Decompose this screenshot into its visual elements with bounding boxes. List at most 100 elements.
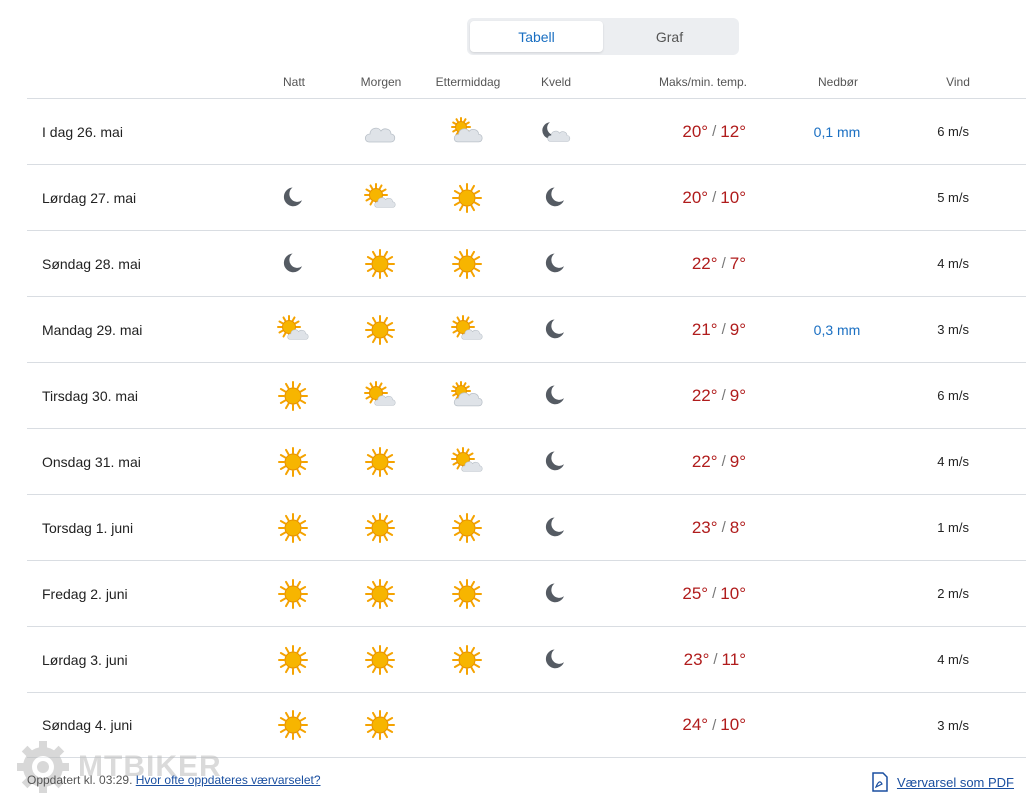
precipitation bbox=[787, 495, 887, 560]
pdf-download[interactable]: Værvarsel som PDF bbox=[871, 772, 1014, 792]
max-temp: 23° bbox=[691, 517, 718, 537]
forecast-row[interactable]: Onsdag 31. mai 22°/9° 4 m/s bbox=[27, 428, 1026, 494]
max-temp: 25° bbox=[682, 583, 709, 603]
day-label: Lørdag 27. mai bbox=[42, 189, 137, 206]
footer-updated: Oppdatert kl. 03:29. Hvor ofte oppdatere… bbox=[27, 773, 321, 787]
min-temp: 10° bbox=[720, 187, 746, 207]
header-morning: Morgen bbox=[360, 75, 402, 89]
precipitation bbox=[787, 693, 887, 757]
moon-icon bbox=[535, 561, 575, 626]
wind-speed: 4 m/s bbox=[937, 652, 969, 667]
forecast-row[interactable]: Mandag 29. mai 21°/9° 0,3 mm 3 m/s bbox=[27, 296, 1026, 362]
max-temp: 20° bbox=[682, 187, 709, 207]
sun-icon bbox=[360, 429, 400, 494]
sun-icon bbox=[360, 231, 400, 296]
temperature: 21°/9° bbox=[692, 297, 746, 362]
min-temp: 8° bbox=[729, 517, 746, 537]
precipitation bbox=[787, 429, 887, 494]
day-label: I dag 26. mai bbox=[42, 123, 123, 140]
temp-separator: / bbox=[721, 387, 726, 404]
wind-speed: 3 m/s bbox=[937, 322, 969, 337]
temperature: 20°/12° bbox=[682, 99, 746, 164]
header-wind: Vind bbox=[946, 75, 970, 89]
fair-day-icon bbox=[360, 165, 400, 230]
fair-day-icon bbox=[273, 297, 313, 362]
sun-icon bbox=[273, 495, 313, 560]
wind-speed: 3 m/s bbox=[937, 717, 969, 733]
sun-icon bbox=[273, 363, 313, 428]
view-toggle: Tabell Graf bbox=[467, 18, 739, 55]
temperature: 20°/10° bbox=[682, 165, 746, 230]
forecast-table: I dag 26. mai 20°/12° 0,1 mm 6 m/s Lørdag 27… bbox=[27, 98, 1026, 758]
day-label: Søndag 28. mai bbox=[42, 255, 141, 272]
precipitation bbox=[787, 165, 887, 230]
precipitation bbox=[787, 363, 887, 428]
tab-table[interactable]: Tabell bbox=[470, 21, 603, 52]
forecast-row[interactable]: Søndag 28. mai 22°/7° 4 m/s bbox=[27, 230, 1026, 296]
pdf-link[interactable]: Værvarsel som PDF bbox=[897, 775, 1014, 790]
max-temp: 24° bbox=[682, 715, 709, 734]
gear-icon bbox=[17, 741, 69, 793]
temperature: 25°/10° bbox=[682, 561, 746, 626]
sun-icon bbox=[360, 693, 400, 757]
temp-separator: / bbox=[712, 189, 717, 206]
temperature: 23°/11° bbox=[684, 627, 746, 692]
sun-icon bbox=[273, 429, 313, 494]
min-temp: 10° bbox=[720, 583, 746, 603]
day-label: Torsdag 1. juni bbox=[42, 519, 134, 536]
forecast-row[interactable]: Lørdag 27. mai 20°/10° 5 m/s bbox=[27, 164, 1026, 230]
sun-icon bbox=[447, 231, 487, 296]
temperature: 22°/9° bbox=[692, 429, 746, 494]
moon-icon bbox=[535, 627, 575, 692]
sun-icon bbox=[360, 297, 400, 362]
temperature: 23°/8° bbox=[692, 495, 746, 560]
temperature: 24°/10° bbox=[682, 693, 746, 757]
wind-speed: 4 m/s bbox=[937, 256, 969, 271]
pdf-icon bbox=[872, 772, 888, 792]
header-temperature: Maks/min. temp. bbox=[658, 75, 748, 89]
day-label: Tirsdag 30. mai bbox=[42, 387, 138, 404]
sun-icon bbox=[360, 627, 400, 692]
max-temp: 22° bbox=[691, 451, 718, 471]
max-temp: 20° bbox=[682, 121, 709, 141]
forecast-row[interactable]: Tirsdag 30. mai 22°/9° 6 m/s bbox=[27, 362, 1026, 428]
min-temp: 7° bbox=[729, 253, 746, 273]
max-temp: 21° bbox=[691, 319, 718, 339]
forecast-row[interactable]: Torsdag 1. juni 23°/8° 1 m/s bbox=[27, 494, 1026, 560]
wind-speed: 1 m/s bbox=[937, 520, 969, 535]
day-label: Lørdag 3. juni bbox=[42, 651, 128, 668]
day-label: Onsdag 31. mai bbox=[42, 453, 141, 470]
day-label: Fredag 2. juni bbox=[42, 585, 128, 602]
day-label: Mandag 29. mai bbox=[42, 321, 143, 338]
forecast-row[interactable]: I dag 26. mai 20°/12° 0,1 mm 6 m/s bbox=[27, 98, 1026, 164]
moon-icon bbox=[535, 297, 575, 362]
tab-graph[interactable]: Graf bbox=[603, 21, 736, 52]
forecast-row[interactable]: Fredag 2. juni 25°/10° 2 m/s bbox=[27, 560, 1026, 626]
temp-separator: / bbox=[721, 453, 726, 470]
sun-icon bbox=[273, 627, 313, 692]
fair-day-icon bbox=[447, 297, 487, 362]
watermark-logo: MTBIKER bbox=[14, 738, 222, 796]
sun-icon bbox=[447, 165, 487, 230]
precipitation: 0,3 mm bbox=[813, 321, 861, 338]
partly-cloudy-day-icon bbox=[447, 99, 487, 164]
sun-icon bbox=[273, 561, 313, 626]
sun-icon bbox=[447, 495, 487, 560]
min-temp: 12° bbox=[720, 121, 746, 141]
moon-icon bbox=[273, 165, 313, 230]
sun-icon bbox=[360, 561, 400, 626]
empty-symbol bbox=[273, 99, 313, 164]
moon-icon bbox=[535, 165, 575, 230]
moon-icon bbox=[535, 429, 575, 494]
partly-cloudy-night-icon bbox=[535, 99, 575, 164]
precipitation: 0,1 mm bbox=[813, 123, 861, 140]
update-frequency-link[interactable]: Hvor ofte oppdateres værvarselet? bbox=[136, 773, 321, 787]
forecast-row[interactable]: Lørdag 3. juni 23°/11° 4 m/s bbox=[27, 626, 1026, 692]
fair-day-icon bbox=[447, 429, 487, 494]
temp-separator: / bbox=[721, 519, 726, 536]
wind-speed: 5 m/s bbox=[937, 190, 969, 205]
moon-icon bbox=[273, 231, 313, 296]
max-temp: 22° bbox=[691, 253, 718, 273]
header-precipitation: Nedbør bbox=[817, 75, 858, 89]
wind-speed: 4 m/s bbox=[937, 454, 969, 469]
